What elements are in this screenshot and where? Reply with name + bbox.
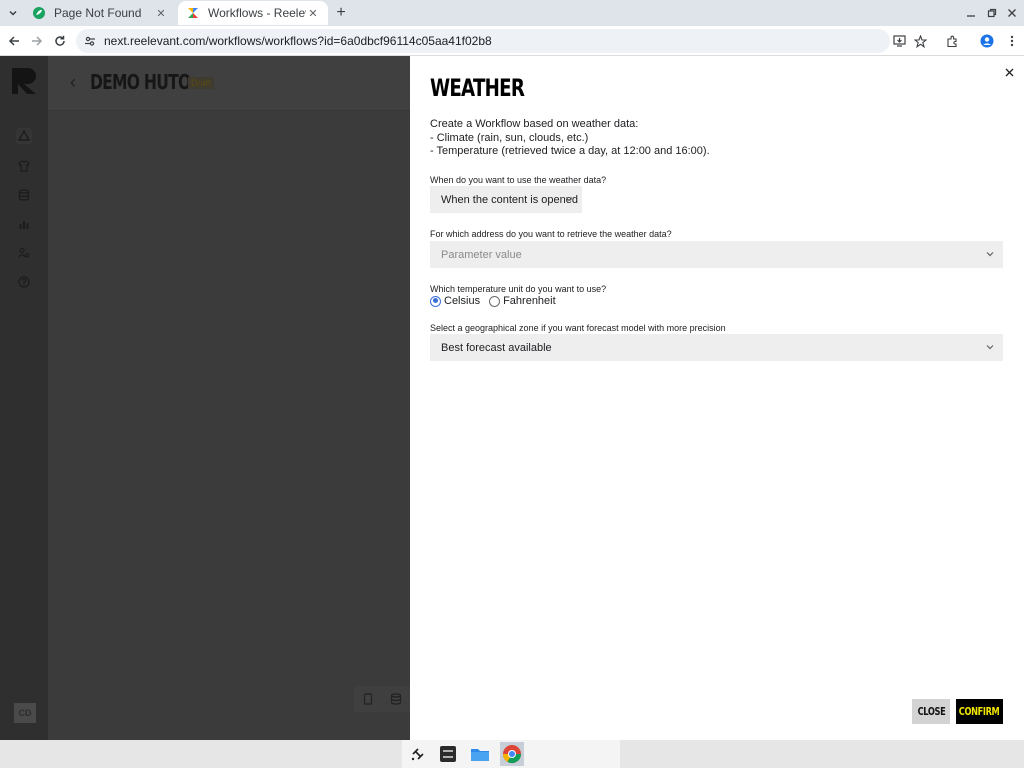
help-icon[interactable] <box>16 274 32 290</box>
terminal-icon[interactable] <box>436 742 460 766</box>
reelevant-logo-icon[interactable] <box>10 66 40 96</box>
status-badge: Draft <box>188 77 214 89</box>
reload-icon[interactable] <box>51 32 69 50</box>
weather-modal: WEATHER Create a Workflow based on weath… <box>410 56 1024 740</box>
analytics-icon[interactable] <box>16 216 32 232</box>
tab-close-icon[interactable]: ✕ <box>154 6 168 20</box>
shirt-icon[interactable] <box>16 158 32 174</box>
description-line: - Climate (rain, sun, clouds, etc.) <box>430 131 589 144</box>
when-label: When do you want to use the weather data… <box>430 175 607 185</box>
tab-title: Workflows - Reelevant <box>208 6 306 20</box>
confirm-button-label: CONFIRM <box>959 705 1000 718</box>
reelevant-favicon-icon <box>188 8 198 18</box>
green-leaf-favicon-icon <box>33 7 45 19</box>
modal-description: Create a Workflow based on weather data:… <box>430 118 710 159</box>
app-sidebar: CD <box>0 56 48 740</box>
confirm-button[interactable]: CONFIRM <box>956 699 1003 724</box>
radio-checked-icon[interactable] <box>430 295 441 307</box>
description-line: Create a Workflow based on weather data: <box>430 118 639 130</box>
app-header: ‹ DEMO HUTO Draft <box>48 56 410 111</box>
browser-address-bar: next.reelevant.com/workflows/workflows?i… <box>0 26 1024 56</box>
chevron-down-icon <box>985 342 995 352</box>
launcher-icon[interactable] <box>406 742 430 766</box>
modal-title: WEATHER <box>430 74 525 102</box>
modal-close-icon[interactable] <box>1001 64 1017 80</box>
when-select[interactable]: When the content is opened <box>430 186 582 213</box>
radio-label: Fahrenheit <box>503 295 556 307</box>
new-tab-plus-icon[interactable]: + <box>332 4 350 22</box>
site-settings-icon[interactable] <box>84 35 96 47</box>
users-settings-icon[interactable] <box>16 245 32 261</box>
window-close-icon[interactable] <box>1003 4 1021 22</box>
tab-workflows[interactable]: Workflows - Reelevant ✕ <box>178 1 328 25</box>
radio-unchecked-icon[interactable] <box>489 295 501 307</box>
database-icon[interactable] <box>16 187 32 203</box>
install-app-icon[interactable] <box>890 32 908 50</box>
back-chevron-icon[interactable]: ‹ <box>70 72 76 93</box>
zone-label: Select a geographical zone if you want f… <box>430 323 726 333</box>
minimize-icon[interactable] <box>962 4 980 22</box>
radio-label: Celsius <box>444 295 481 307</box>
close-button-label: CLOSE <box>917 705 945 718</box>
zone-select[interactable]: Best forecast available <box>430 334 1003 361</box>
address-select[interactable]: Parameter value <box>430 241 1003 268</box>
profile-avatar-icon[interactable] <box>978 32 996 50</box>
chrome-beta-icon[interactable] <box>500 742 524 766</box>
address-select-placeholder: Parameter value <box>441 248 522 261</box>
taskbar-apps <box>402 740 620 768</box>
user-avatar[interactable]: CD <box>14 703 36 723</box>
chevron-down-icon <box>985 249 995 259</box>
description-line: - Temperature (retrieved twice a day, at… <box>430 145 710 157</box>
tab-title: Page Not Found <box>54 6 142 20</box>
url-text: next.reelevant.com/workflows/workflows?i… <box>104 34 492 48</box>
unit-radio-group: Celsius Fahrenheit <box>430 295 565 307</box>
forward-arrow-icon[interactable] <box>28 32 46 50</box>
desktop-view-icon[interactable] <box>390 693 402 705</box>
radio-celsius[interactable]: Celsius <box>430 295 480 307</box>
back-arrow-icon[interactable] <box>5 32 23 50</box>
tab-close-icon[interactable]: ✕ <box>306 6 320 20</box>
tab-page-not-found[interactable]: Page Not Found ✕ <box>24 1 176 25</box>
chevron-down-icon <box>564 194 574 204</box>
radio-fahrenheit[interactable]: Fahrenheit <box>489 295 556 307</box>
tab-search-chevron-icon[interactable] <box>4 4 22 22</box>
when-select-value: When the content is opened <box>441 193 578 206</box>
close-button[interactable]: CLOSE <box>912 699 950 724</box>
extensions-puzzle-icon[interactable] <box>943 32 961 50</box>
bookmark-star-icon[interactable] <box>911 32 929 50</box>
app-canvas-overlay <box>48 56 410 740</box>
os-taskbar <box>0 740 1024 768</box>
url-omnibox[interactable]: next.reelevant.com/workflows/workflows?i… <box>76 29 890 53</box>
mobile-view-icon[interactable] <box>363 693 373 705</box>
restore-icon[interactable] <box>983 4 1001 22</box>
unit-label: Which temperature unit do you want to us… <box>430 284 607 294</box>
address-label: For which address do you want to retriev… <box>430 229 672 239</box>
browser-tab-bar: Page Not Found ✕ Workflows - Reelevant ✕… <box>0 0 1024 26</box>
project-title: DEMO HUTO <box>90 70 191 94</box>
view-toggle <box>354 686 410 712</box>
files-folder-icon[interactable] <box>468 742 492 766</box>
workflow-icon[interactable] <box>16 128 32 144</box>
browser-menu-icon[interactable] <box>1003 32 1021 50</box>
zone-select-value: Best forecast available <box>441 341 552 354</box>
